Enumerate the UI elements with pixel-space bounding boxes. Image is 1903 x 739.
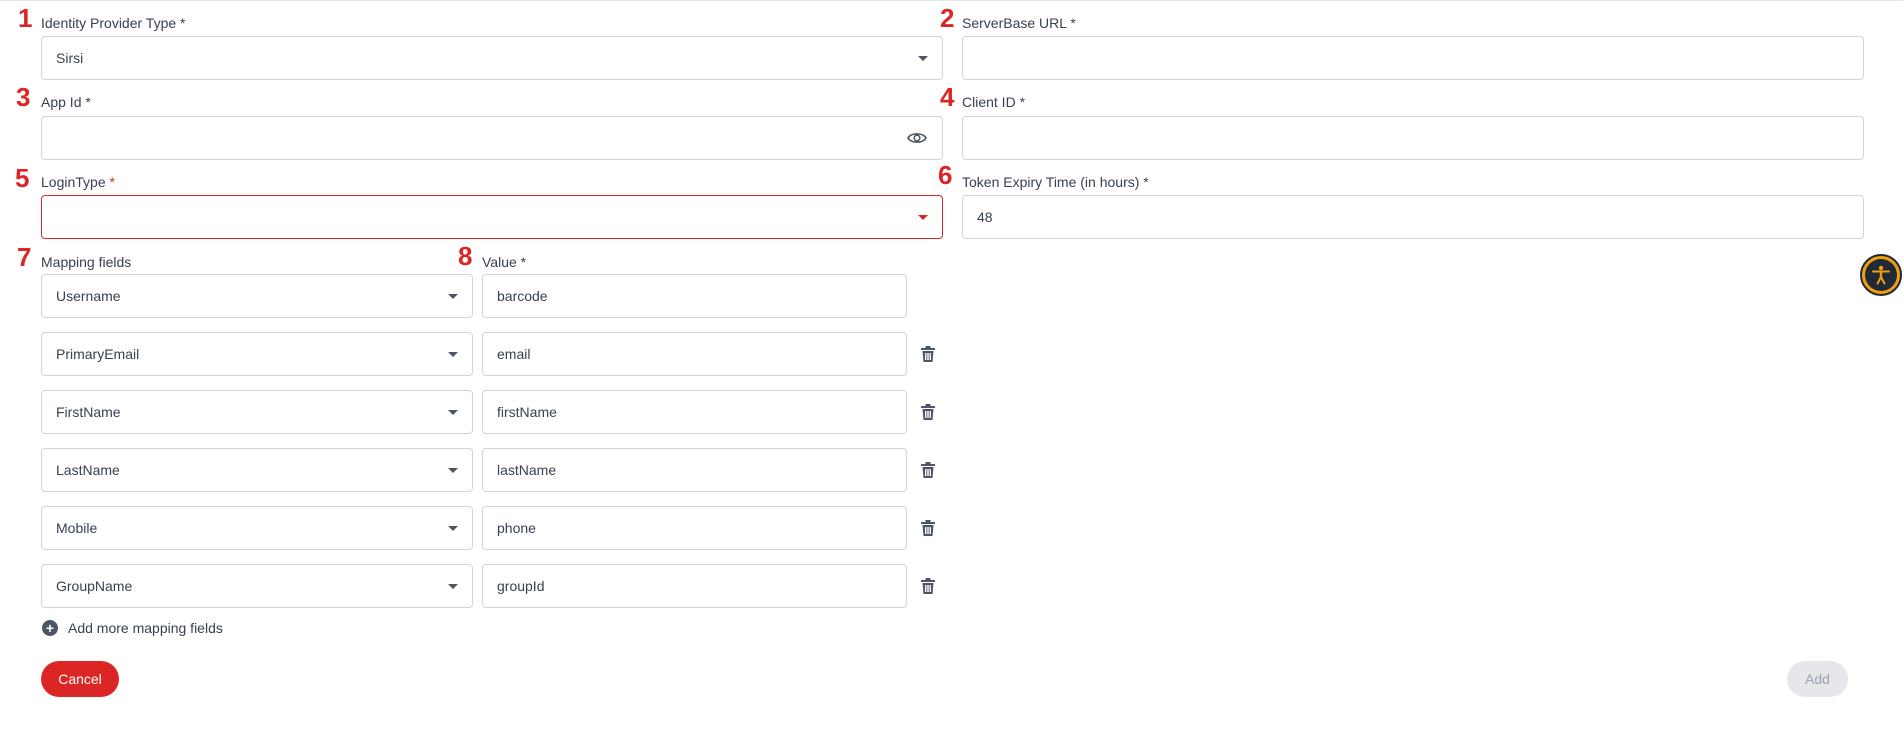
mapping-value-label: Value * (482, 254, 527, 270)
mapping-value-text: lastName (497, 462, 557, 478)
add-more-label: Add more mapping fields (68, 620, 223, 636)
mapping-field-value: Username (56, 288, 121, 304)
marker-4: 4 (940, 82, 955, 112)
mapping-field-select[interactable]: GroupName (41, 564, 473, 608)
trash-icon[interactable] (919, 402, 937, 422)
identity-provider-value: Sirsi (56, 50, 84, 66)
mapping-field-select[interactable]: PrimaryEmail (41, 332, 473, 376)
token-expiry-value: 48 (977, 209, 993, 225)
client-id-input[interactable] (962, 116, 1864, 160)
login-type-label: LoginType * (41, 175, 115, 189)
token-expiry-input[interactable]: 48 (962, 195, 1864, 239)
marker-7: 7 (17, 242, 32, 272)
mapping-field-select[interactable]: Mobile (41, 506, 473, 550)
top-divider (0, 0, 1903, 1)
trash-icon[interactable] (919, 576, 937, 596)
caret-down-icon (448, 583, 458, 589)
mapping-value-text: firstName (497, 404, 557, 420)
trash-icon[interactable] (919, 518, 937, 538)
marker-3: 3 (16, 82, 31, 112)
server-base-url-input[interactable] (962, 36, 1864, 80)
mapping-value-text: email (497, 346, 531, 362)
mapping-value-input[interactable]: firstName (482, 390, 907, 434)
login-type-label-text: LoginType (41, 174, 106, 190)
identity-provider-select[interactable]: Sirsi (41, 36, 943, 80)
required-asterisk: * (105, 174, 115, 190)
caret-down-icon (448, 525, 458, 531)
app-id-label: App Id * (41, 94, 91, 110)
mapping-fields-label: Mapping fields (41, 254, 132, 270)
marker-5: 5 (15, 163, 30, 193)
mapping-field-select[interactable]: FirstName (41, 390, 473, 434)
mapping-field-value: FirstName (56, 404, 121, 420)
login-type-select[interactable] (41, 195, 943, 239)
mapping-field-value: PrimaryEmail (56, 346, 140, 362)
app-id-input[interactable] (41, 116, 943, 160)
caret-down-icon (918, 55, 928, 61)
mapping-field-value: LastName (56, 462, 120, 478)
mapping-value-input[interactable]: groupId (482, 564, 907, 608)
caret-down-icon (918, 214, 928, 220)
mapping-field-select[interactable]: LastName (41, 448, 473, 492)
mapping-value-input[interactable]: phone (482, 506, 907, 550)
marker-2: 2 (940, 3, 955, 33)
mapping-value-text: phone (497, 520, 536, 536)
mapping-field-select[interactable]: Username (41, 274, 473, 318)
caret-down-icon (448, 409, 458, 415)
marker-1: 1 (18, 3, 33, 33)
mapping-value-text: barcode (497, 288, 548, 304)
cancel-button[interactable]: Cancel (41, 661, 119, 697)
mapping-value-text: groupId (497, 578, 545, 594)
mapping-value-input[interactable]: email (482, 332, 907, 376)
accessibility-button[interactable] (1860, 254, 1902, 296)
mapping-value-input[interactable]: barcode (482, 274, 907, 318)
client-id-label: Client ID * (962, 94, 1026, 110)
caret-down-icon (448, 351, 458, 357)
mapping-value-input[interactable]: lastName (482, 448, 907, 492)
add-more-mapping-link[interactable]: + Add more mapping fields (42, 620, 223, 636)
trash-icon[interactable] (919, 344, 937, 364)
trash-icon[interactable] (919, 460, 937, 480)
server-base-url-label: ServerBase URL * (962, 15, 1076, 31)
mapping-field-value: Mobile (56, 520, 98, 536)
plus-circle-icon: + (42, 620, 58, 636)
eye-icon[interactable] (906, 127, 928, 149)
marker-8: 8 (458, 241, 473, 271)
mapping-field-value: GroupName (56, 578, 133, 594)
identity-provider-label: Identity Provider Type * (41, 15, 186, 31)
add-button[interactable]: Add (1787, 661, 1848, 697)
caret-down-icon (448, 293, 458, 299)
caret-down-icon (448, 467, 458, 473)
marker-6: 6 (938, 160, 953, 190)
accessibility-icon (1865, 259, 1897, 291)
token-expiry-label: Token Expiry Time (in hours) * (962, 174, 1149, 190)
